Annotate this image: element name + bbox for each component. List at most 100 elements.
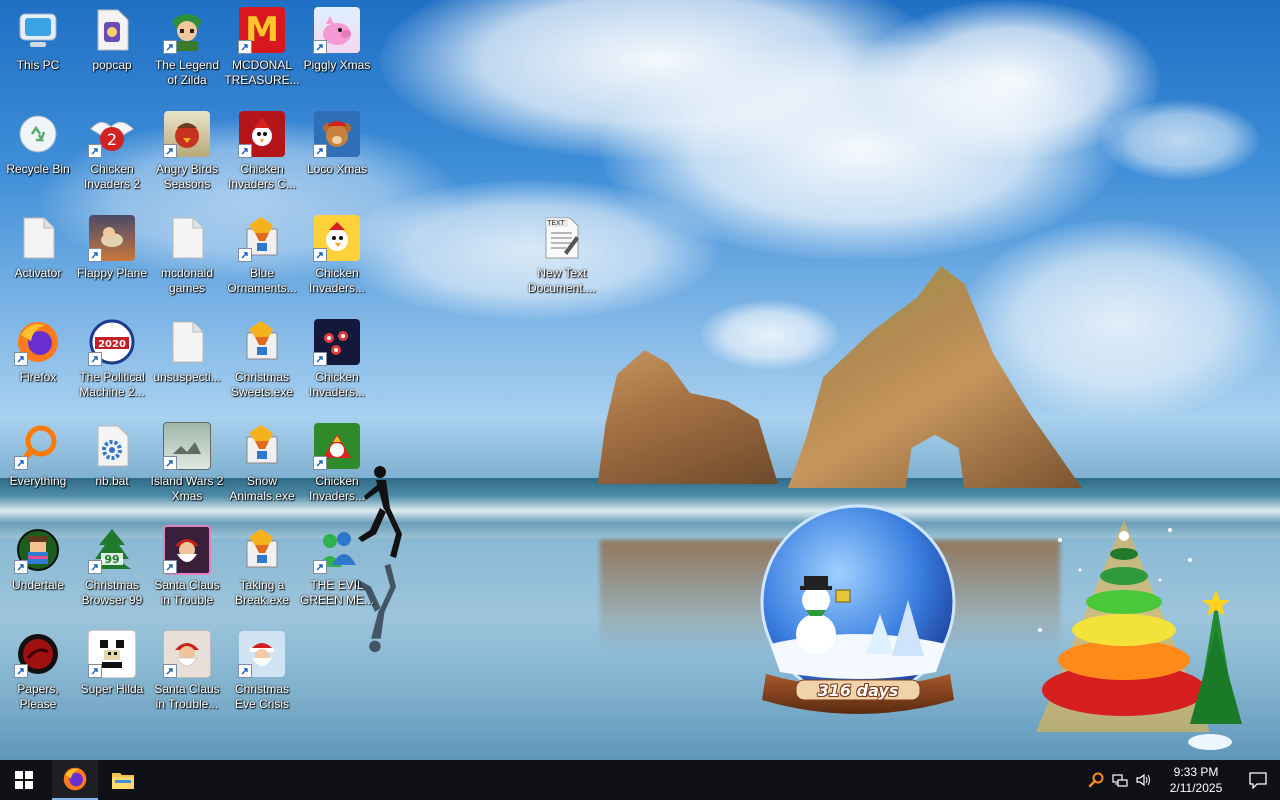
desktop-icon-evil-green-me[interactable]: THE EVIL GREEN ME... xyxy=(299,520,375,618)
christmas-tree-icon: 99 xyxy=(88,526,136,574)
installer-icon xyxy=(238,422,286,470)
taskbar-clock[interactable]: 9:33 PM 2/11/2025 xyxy=(1156,764,1236,796)
political-year-text: 2020 xyxy=(98,339,126,350)
desktop-icon-santa-claus-trouble[interactable]: Santa Claus in Trouble xyxy=(149,520,225,618)
icon-label: popcap xyxy=(92,58,132,72)
snow-globe-countdown-widget[interactable]: 316 days xyxy=(756,504,960,726)
desktop-icon-christmas-eve-crisis[interactable]: Christmas Eve Crisis xyxy=(224,624,300,722)
icon-label: Papers, Please xyxy=(17,682,59,711)
icon-label: Snow Animals.exe xyxy=(229,474,295,503)
desktop-icon-loco-xmas[interactable]: Loco Xmas xyxy=(299,104,375,202)
desktop-icon-undertale[interactable]: Undertale xyxy=(0,520,76,618)
desktop-icon-christmas-browser-99[interactable]: 99 Christmas Browser 99 xyxy=(74,520,150,618)
action-center-button[interactable] xyxy=(1236,760,1280,800)
shortcut-arrow-icon xyxy=(238,144,252,158)
angry-birds-icon xyxy=(163,110,211,158)
firefox-icon xyxy=(14,318,62,366)
countdown-days-label: 316 days xyxy=(817,680,899,700)
magnifier-icon xyxy=(14,422,62,470)
shortcut-arrow-icon xyxy=(88,144,102,158)
icon-label: Island Wars 2 Xmas xyxy=(150,474,224,503)
blank-file-icon xyxy=(163,318,211,366)
shortcut-arrow-icon xyxy=(14,664,28,678)
desktop-icon-legend-of-zilda[interactable]: The Legend of Zilda xyxy=(149,0,225,98)
tray-search-icon[interactable] xyxy=(1084,760,1108,800)
desktop-icon-blue-ornaments[interactable]: Blue Ornaments... xyxy=(224,208,300,306)
browser-99-text: 99 xyxy=(104,553,119,566)
recycle-bin-icon xyxy=(14,110,62,158)
zilda-icon xyxy=(163,6,211,54)
icon-label: THE EVIL GREEN ME... xyxy=(299,578,374,607)
icon-label: Blue Ornaments... xyxy=(227,266,297,295)
desktop-icon-chicken-invaders-a[interactable]: Chicken Invaders... xyxy=(299,208,375,306)
desktop-icon-mcdonald-treasure[interactable]: M MCDONAL TREASURE... xyxy=(224,0,300,98)
installer-icon xyxy=(238,526,286,574)
icon-label: Piggly Xmas xyxy=(303,58,371,72)
taskbar-firefox-button[interactable] xyxy=(52,760,98,800)
icon-label: Loco Xmas xyxy=(306,162,368,176)
desktop-icon-unsuspecti[interactable]: unsuspecti... xyxy=(149,312,225,410)
icon-label: Santa Claus in Trouble xyxy=(154,578,220,607)
text-doc-label: TEXT xyxy=(546,219,565,227)
desktop-icon-new-text-document[interactable]: TEXT New Text Document.... xyxy=(524,208,600,306)
desktop-icon-super-hilda[interactable]: Super Hilda xyxy=(74,624,150,722)
desktop-icon-taking-a-break[interactable]: Taking a Break.exe xyxy=(224,520,300,618)
messenger-people-icon xyxy=(313,526,361,574)
desktop-icon-recycle-bin[interactable]: Recycle Bin xyxy=(0,104,76,202)
small-rock-formation xyxy=(597,350,778,484)
svg-text:2: 2 xyxy=(107,130,117,149)
flappy-plane-icon xyxy=(88,214,136,262)
desktop-icon-flappy-plane[interactable]: Flappy Plane xyxy=(74,208,150,306)
desktop-icon-angry-birds-seasons[interactable]: Angry Birds Seasons xyxy=(149,104,225,202)
desktop-icon-chicken-invaders-2[interactable]: 2 Chicken Invaders 2 xyxy=(74,104,150,202)
icon-label: Chicken Invaders... xyxy=(308,474,366,503)
network-icon[interactable] xyxy=(1108,760,1132,800)
desktop-icon-santa-claus-trouble-2[interactable]: Santa Claus in Trouble... xyxy=(149,624,225,722)
icon-label: Angry Birds Seasons xyxy=(155,162,219,191)
desktop-icon-activator[interactable]: Activator xyxy=(0,208,76,306)
desktop-icon-island-wars-2[interactable]: Island Wars 2 Xmas xyxy=(149,416,225,514)
volume-icon[interactable] xyxy=(1132,760,1156,800)
desktop-icon-popcap[interactable]: popcap xyxy=(74,0,150,98)
icon-label: The Political Machine 2... xyxy=(79,370,145,399)
shortcut-arrow-icon xyxy=(14,456,28,470)
installer-icon xyxy=(238,214,286,262)
shortcut-arrow-icon xyxy=(88,664,102,678)
folder-icon xyxy=(88,6,136,54)
shortcut-arrow-icon xyxy=(313,144,327,158)
desktop-icon-nb-bat[interactable]: nb.bat xyxy=(74,416,150,514)
shortcut-arrow-icon xyxy=(88,560,102,574)
teddy-bear-icon xyxy=(313,110,361,158)
shortcut-arrow-icon xyxy=(313,40,327,54)
desktop-icon-chicken-invaders-c[interactable]: Chicken Invaders C... xyxy=(224,104,300,202)
christmas-tree-widget[interactable] xyxy=(1020,510,1260,756)
taskbar-file-explorer-button[interactable] xyxy=(98,760,148,800)
icon-label: Christmas Eve Crisis xyxy=(234,682,289,711)
desktop-icon-firefox[interactable]: Firefox xyxy=(0,312,76,410)
desktop-icon-chicken-invaders-d[interactable]: Chicken Invaders... xyxy=(299,416,375,514)
icon-label: Christmas Browser 99 xyxy=(81,578,143,607)
desktop-icon-christmas-sweets[interactable]: Christmas Sweets.exe xyxy=(224,312,300,410)
icon-label: Chicken Invaders... xyxy=(308,370,366,399)
piggly-icon xyxy=(313,6,361,54)
icon-label: Flappy Plane xyxy=(76,266,148,280)
icon-label: MCDONAL TREASURE... xyxy=(224,58,300,87)
taskbar: 9:33 PM 2/11/2025 xyxy=(0,760,1280,800)
desktop-icon-political-machine[interactable]: 2020 The Political Machine 2... xyxy=(74,312,150,410)
desktop-icon-mcdonald-games[interactable]: mcdonald games xyxy=(149,208,225,306)
desktop-icon-this-pc[interactable]: This PC xyxy=(0,0,76,98)
desktop-icon-chicken-invaders-b[interactable]: Chicken Invaders... xyxy=(299,312,375,410)
shortcut-arrow-icon xyxy=(313,248,327,262)
icon-label: Taking a Break.exe xyxy=(234,578,290,607)
start-button[interactable] xyxy=(0,760,48,800)
shortcut-arrow-icon xyxy=(238,248,252,262)
shortcut-arrow-icon xyxy=(163,456,177,470)
desktop-icon-papers-please[interactable]: Papers, Please xyxy=(0,624,76,722)
shortcut-arrow-icon xyxy=(88,248,102,262)
papers-please-icon xyxy=(14,630,62,678)
desktop-icon-everything[interactable]: Everything xyxy=(0,416,76,514)
shortcut-arrow-icon xyxy=(14,560,28,574)
shortcut-arrow-icon xyxy=(88,352,102,366)
desktop-icon-piggly-xmas[interactable]: Piggly Xmas xyxy=(299,0,375,98)
desktop-icon-snow-animals[interactable]: Snow Animals.exe xyxy=(224,416,300,514)
